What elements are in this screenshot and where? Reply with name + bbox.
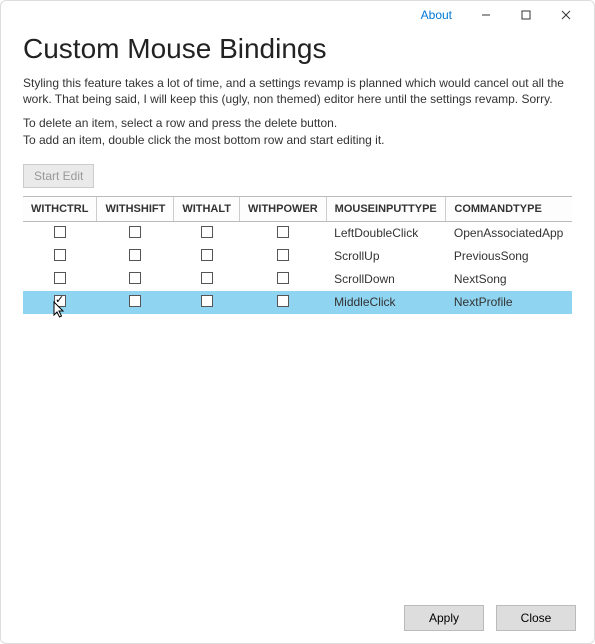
- apply-button[interactable]: Apply: [404, 605, 484, 631]
- checkbox-withshift[interactable]: [129, 295, 141, 307]
- cell-withshift[interactable]: [97, 221, 174, 245]
- cell-mouseinput[interactable]: LeftDoubleClick: [326, 221, 446, 245]
- cell-withpower[interactable]: [240, 245, 327, 268]
- close-window-button[interactable]: [546, 1, 586, 29]
- table-row[interactable]: ScrollUpPreviousSong: [23, 245, 572, 268]
- description-text-2: To delete an item, select a row and pres…: [23, 115, 572, 147]
- cell-commandtype[interactable]: NextProfile: [446, 291, 572, 314]
- col-header-withalt[interactable]: WITHALT: [174, 197, 240, 222]
- page-title: Custom Mouse Bindings: [23, 33, 572, 65]
- cell-mouseinput[interactable]: ScrollDown: [326, 268, 446, 291]
- cell-withshift[interactable]: [97, 268, 174, 291]
- checkbox-withctrl[interactable]: [54, 249, 66, 261]
- table-row[interactable]: LeftDoubleClickOpenAssociatedApp: [23, 221, 572, 245]
- checkbox-withalt[interactable]: [201, 272, 213, 284]
- cell-withshift[interactable]: [97, 291, 174, 314]
- description-text-1: Styling this feature takes a lot of time…: [23, 75, 572, 107]
- cell-withpower[interactable]: [240, 221, 327, 245]
- cell-withctrl[interactable]: [23, 268, 97, 291]
- cell-withpower[interactable]: [240, 291, 327, 314]
- checkbox-withctrl[interactable]: [54, 226, 66, 238]
- col-header-withctrl[interactable]: WITHCTRL: [23, 197, 97, 222]
- checkbox-withshift[interactable]: [129, 226, 141, 238]
- cell-withpower[interactable]: [240, 268, 327, 291]
- checkbox-withshift[interactable]: [129, 249, 141, 261]
- checkbox-withalt[interactable]: [201, 226, 213, 238]
- cell-mouseinput[interactable]: MiddleClick: [326, 291, 446, 314]
- cell-mouseinput[interactable]: ScrollUp: [326, 245, 446, 268]
- col-header-commandtype[interactable]: COMMANDTYPE: [446, 197, 572, 222]
- cell-commandtype[interactable]: NextSong: [446, 268, 572, 291]
- footer: Apply Close: [404, 605, 576, 631]
- checkbox-withpower[interactable]: [277, 295, 289, 307]
- bindings-grid[interactable]: WITHCTRL WITHSHIFT WITHALT WITHPOWER MOU…: [23, 196, 572, 314]
- checkbox-withpower[interactable]: [277, 226, 289, 238]
- close-button[interactable]: Close: [496, 605, 576, 631]
- checkbox-withshift[interactable]: [129, 272, 141, 284]
- cell-withalt[interactable]: [174, 291, 240, 314]
- col-header-withpower[interactable]: WITHPOWER: [240, 197, 327, 222]
- checkbox-withctrl[interactable]: [54, 272, 66, 284]
- checkbox-withalt[interactable]: [201, 249, 213, 261]
- cell-withalt[interactable]: [174, 268, 240, 291]
- about-link[interactable]: About: [421, 8, 452, 22]
- cell-commandtype[interactable]: PreviousSong: [446, 245, 572, 268]
- col-header-withshift[interactable]: WITHSHIFT: [97, 197, 174, 222]
- cell-withalt[interactable]: [174, 245, 240, 268]
- minimize-button[interactable]: [466, 1, 506, 29]
- checkbox-withctrl[interactable]: [54, 295, 66, 307]
- col-header-mouseinput[interactable]: MOUSEINPUTTYPE: [326, 197, 446, 222]
- checkbox-withpower[interactable]: [277, 272, 289, 284]
- cell-withctrl[interactable]: [23, 291, 97, 314]
- table-row[interactable]: ScrollDownNextSong: [23, 268, 572, 291]
- table-row[interactable]: MiddleClickNextProfile: [23, 291, 572, 314]
- cell-withctrl[interactable]: [23, 245, 97, 268]
- cell-withshift[interactable]: [97, 245, 174, 268]
- cell-withctrl[interactable]: [23, 221, 97, 245]
- checkbox-withalt[interactable]: [201, 295, 213, 307]
- start-edit-button[interactable]: Start Edit: [23, 164, 94, 188]
- checkbox-withpower[interactable]: [277, 249, 289, 261]
- maximize-button[interactable]: [506, 1, 546, 29]
- cell-commandtype[interactable]: OpenAssociatedApp: [446, 221, 572, 245]
- titlebar: About: [1, 1, 594, 29]
- cell-withalt[interactable]: [174, 221, 240, 245]
